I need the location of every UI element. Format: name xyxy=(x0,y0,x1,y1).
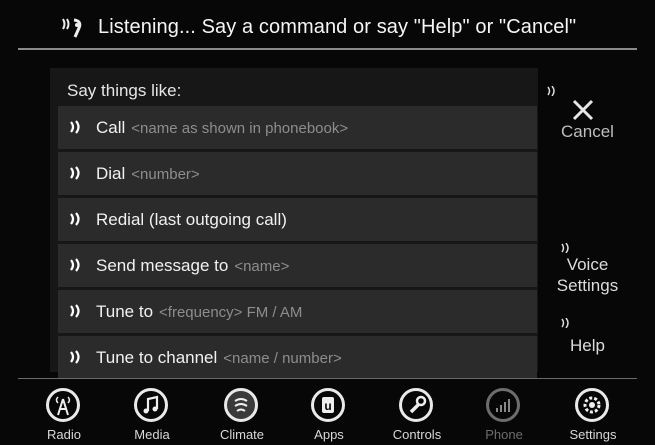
apps-icon: u xyxy=(311,388,345,422)
command-hint: <number> xyxy=(131,166,200,183)
voice-wave-icon xyxy=(70,258,80,272)
voice-settings-label-line2: Settings xyxy=(556,276,619,295)
nav-label: Phone xyxy=(485,427,523,442)
header-divider xyxy=(18,48,637,50)
nav-phone[interactable]: Phone xyxy=(464,382,544,442)
bottom-nav: Radio Media Climate u Apps Controls Phon… xyxy=(18,382,637,442)
command-label: Tune to channel xyxy=(96,348,218,367)
voice-command-screen: Listening... Say a command or say "Help"… xyxy=(18,6,637,442)
command-label: Call xyxy=(96,118,126,137)
nav-label: Apps xyxy=(314,427,344,442)
listening-title: Listening... Say a command or say "Help"… xyxy=(98,16,577,38)
command-hint: <name as shown in phonebook> xyxy=(131,120,349,137)
gear-icon xyxy=(575,388,609,422)
nav-apps[interactable]: u Apps xyxy=(289,382,369,442)
command-list: Call <name as shown in phonebook> Dial <nu… xyxy=(58,106,537,382)
command-item-tune-to-channel[interactable]: Tune to channel <name / number> xyxy=(58,336,537,379)
command-item-redial[interactable]: Redial (last outgoing call) xyxy=(58,198,537,241)
cancel-button[interactable]: Cancel xyxy=(538,80,637,141)
nav-label: Media xyxy=(134,427,170,442)
cancel-label: Cancel xyxy=(561,122,614,141)
voice-settings-button[interactable]: Voice Settings xyxy=(538,243,637,303)
command-item-tune-to[interactable]: Tune to <frequency> FM / AM xyxy=(58,290,537,333)
close-icon xyxy=(572,99,594,121)
voice-wave-icon xyxy=(561,243,569,253)
voice-wave-icon xyxy=(70,304,80,318)
svg-text:u: u xyxy=(324,399,331,413)
command-item-call[interactable]: Call <name as shown in phonebook> xyxy=(58,106,537,149)
command-label: Send message to xyxy=(96,256,229,275)
nav-media[interactable]: Media xyxy=(112,382,192,442)
voice-wave-icon xyxy=(547,86,555,96)
command-hint: <name / number> xyxy=(223,350,342,367)
voice-wave-icon xyxy=(70,350,80,364)
side-actions: Cancel Voice Settings Help xyxy=(538,68,637,372)
nav-divider xyxy=(18,378,637,379)
header: Listening... Say a command or say "Help"… xyxy=(18,6,637,46)
nav-label: Controls xyxy=(392,427,442,442)
help-button[interactable]: Help xyxy=(538,316,637,361)
phone-signal-icon xyxy=(486,388,520,422)
voice-wave-icon xyxy=(70,120,80,134)
voice-settings-label-line1: Voice xyxy=(566,255,609,274)
nav-label: Climate xyxy=(219,427,265,442)
nav-climate[interactable]: Climate xyxy=(202,382,282,442)
nav-controls[interactable]: Controls xyxy=(377,382,457,442)
music-note-icon xyxy=(134,388,168,422)
command-hint: <name> xyxy=(234,258,290,275)
command-label: Redial (last outgoing call) xyxy=(96,210,287,229)
panel-heading: Say things like: xyxy=(67,81,182,100)
voice-wave-icon xyxy=(70,166,80,180)
nav-radio[interactable]: Radio xyxy=(24,382,104,442)
help-label: Help xyxy=(570,336,605,355)
nav-settings[interactable]: Settings xyxy=(553,382,633,442)
command-item-send-message[interactable]: Send message to <name> xyxy=(58,244,537,287)
radio-icon xyxy=(46,388,80,422)
nav-label: Settings xyxy=(569,427,617,442)
wrench-icon xyxy=(399,388,433,422)
nav-label: Radio xyxy=(47,427,81,442)
command-hint: <frequency> FM / AM xyxy=(159,304,303,321)
voice-recognition-icon xyxy=(62,18,82,38)
command-label: Dial xyxy=(96,164,126,183)
voice-wave-icon xyxy=(561,318,569,328)
climate-icon xyxy=(224,388,258,422)
command-item-dial[interactable]: Dial <number> xyxy=(58,152,537,195)
command-label: Tune to xyxy=(96,302,154,321)
voice-wave-icon xyxy=(70,212,80,226)
